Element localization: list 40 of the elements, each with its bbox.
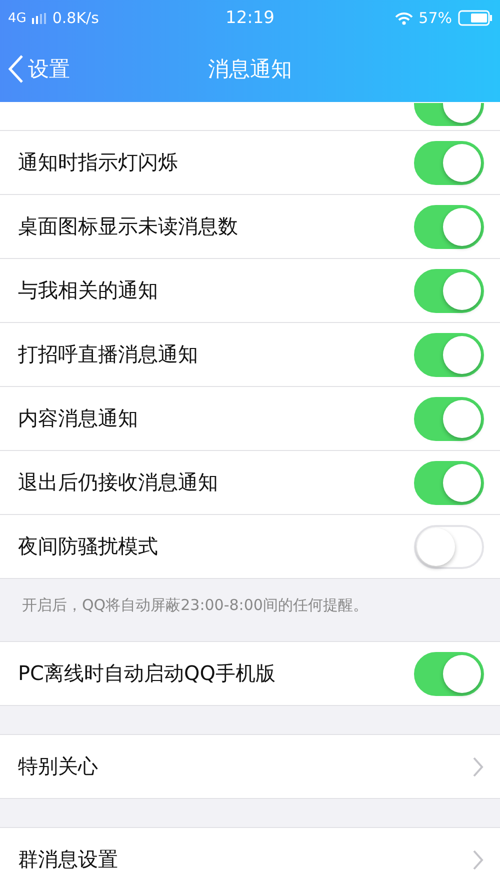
settings-row[interactable]: 夜间防骚扰模式 [0, 515, 500, 579]
settings-row[interactable]: 内容消息通知 [0, 387, 500, 451]
battery-percent: 57% [418, 9, 452, 27]
chevron-icon [472, 848, 484, 870]
page-title: 消息通知 [208, 56, 292, 83]
settings-row[interactable]: 与我相关的通知 [0, 259, 500, 323]
row-label: 打招呼直播消息通知 [18, 341, 198, 368]
signal-icon [32, 12, 46, 24]
row-label: 群消息设置 [18, 846, 118, 873]
settings-row[interactable]: 通知时指示灯闪烁 [0, 131, 500, 195]
row-label: 特别关心 [18, 753, 98, 780]
battery-icon [458, 10, 492, 26]
network-speed: 0.8K/s [52, 9, 99, 27]
toggle-switch[interactable] [414, 332, 484, 376]
toggle-switch[interactable] [414, 268, 484, 312]
network-type: 4G [8, 10, 26, 26]
settings-row[interactable]: 群消息设置 [0, 828, 500, 889]
settings-row[interactable]: 桌面图标显示未读消息数 [0, 195, 500, 259]
row-label: 退出后仍接收消息通知 [18, 469, 218, 496]
row-label: 内容消息通知 [18, 405, 138, 432]
row-label: 桌面图标显示未读消息数 [18, 213, 238, 240]
row-label: 与我相关的通知 [18, 277, 158, 304]
settings-row[interactable]: 打招呼直播消息通知 [0, 323, 500, 387]
toggle-switch[interactable] [414, 460, 484, 504]
settings-row[interactable]: 退出后仍接收消息通知 [0, 451, 500, 515]
row-label: PC离线时自动启动QQ手机版 [18, 660, 276, 687]
back-chevron-icon [8, 54, 24, 84]
toggle-switch[interactable] [414, 204, 484, 248]
toggle-switch[interactable] [414, 140, 484, 184]
clock: 12:19 [226, 8, 274, 28]
toggle-switch[interactable] [414, 396, 484, 440]
chevron-icon [472, 756, 484, 778]
row-label: 通知时指示灯闪烁 [18, 149, 178, 176]
toggle-switch[interactable] [414, 103, 484, 126]
wifi-icon [394, 12, 413, 24]
row-label: 夜间防骚扰模式 [18, 533, 158, 560]
settings-row[interactable]: PC离线时自动启动QQ手机版 [0, 642, 500, 706]
toggle-switch[interactable] [414, 652, 484, 696]
toggle-switch[interactable] [414, 524, 484, 568]
settings-row[interactable]: 特别关心 [0, 735, 500, 799]
